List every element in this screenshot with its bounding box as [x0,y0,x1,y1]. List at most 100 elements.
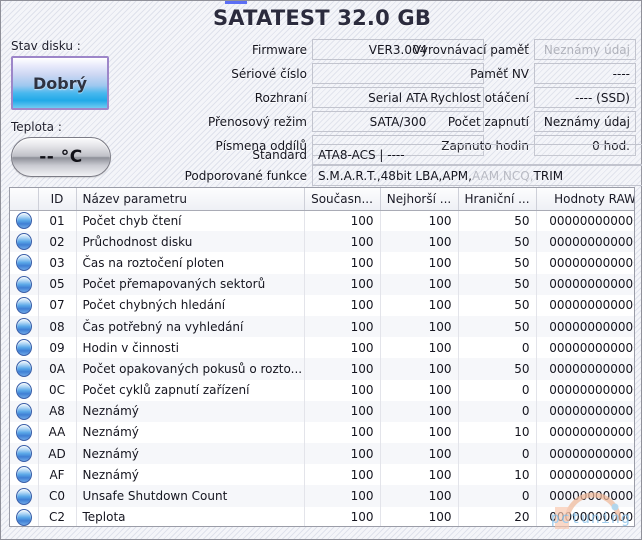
column-header-id[interactable]: ID [38,188,77,211]
field-transfer-mode-label: Přenosový režim [207,114,307,129]
table-row[interactable]: C2 Teplota 100 100 20 000000000000 [10,506,634,526]
feature-s-m-a-r-t: S.M.A.R.T., [318,168,381,183]
top-accent-bar [225,1,247,4]
field-standard-label: Standard [252,147,307,162]
temperature-indicator[interactable]: -- °C [11,137,111,177]
field-power-on-count-value[interactable]: Neznámy údaj [534,111,636,132]
feature-trim: TRIM [533,168,564,183]
column-header-current[interactable]: Současn... [304,188,381,211]
cell-name: Počet přemapovaných sektorů [76,273,305,295]
feature-48bit-lba: 48bit LBA, [380,168,443,183]
cell-id: C2 [38,506,77,526]
cell-thr: 50 [458,273,537,295]
cell-worst: 100 [380,379,459,401]
table-row[interactable]: 03 Čas na roztočení ploten 100 100 50 0000000… [10,252,634,274]
table-row[interactable]: AF Neznámý 100 100 10 000000000000 [10,464,634,486]
table-header-row: ID Název parametru Současn... Nejhorší .… [10,188,634,211]
cell-raw: 000000000000 [536,443,634,465]
feature-apm: APM, [442,168,472,183]
table-row[interactable]: A8 Neznámý 100 100 0 000000000000 [10,400,634,422]
cell-worst: 100 [380,210,459,232]
table-row[interactable]: AA Neznámý 100 100 10 000000000000 [10,421,634,444]
table-row[interactable]: 08 Čas potřebný na vyhledání 100 100 50 00000… [10,315,634,338]
field-buffer-size-label: Vyrovnávací paměť [412,42,529,57]
table-row[interactable]: 01 Počet chyb čtení 100 100 50 000000000000 [10,210,634,232]
cell-id: AD [38,443,77,465]
cell-thr: 10 [458,464,537,486]
health-status-button[interactable]: Dobrý [11,56,109,110]
drive-info-area: Stav disku : Dobrý Teplota : -- °C Firmw… [1,39,642,186]
table-row[interactable]: 0C Počet cyklů zapnutí zařízení 100 100 0 000… [10,379,634,401]
status-dot-icon [15,487,32,505]
cell-cur: 100 [304,294,381,316]
cell-raw: 000000000000 [536,379,634,401]
table-row[interactable]: 09 Hodin v činnosti 100 100 0 000000000000 [10,337,634,359]
cell-worst: 100 [380,273,459,295]
cell-worst: 100 [380,421,459,444]
cell-raw: 000000000000 [536,400,634,422]
cell-id: AF [38,464,77,486]
row-status-cell [10,273,39,295]
column-header-raw[interactable]: Hodnoty RAW [536,188,634,211]
cell-worst: 100 [380,443,459,465]
row-status-cell [10,231,39,253]
cell-name: Čas potřebný na vyhledání [76,315,305,338]
row-status-cell [10,443,39,465]
column-header-name[interactable]: Název parametru [76,188,305,211]
cell-worst: 100 [380,294,459,316]
field-standard: Standard ATA8-ACS | ---- [189,144,642,165]
status-dot-icon [15,466,32,484]
cell-raw: 000000000000 [536,231,634,253]
table-row[interactable]: 02 Průchodnost disku 100 100 50 000000000000 [10,231,634,253]
cell-thr: 50 [458,252,537,274]
status-dot-icon [15,445,32,463]
health-caption: Stav disku : [11,39,81,53]
cell-cur: 100 [304,506,381,526]
field-standard-value[interactable]: ATA8-ACS | ---- [312,144,642,165]
field-buffer-size-value[interactable]: Neznámy údaj [534,39,636,60]
cell-name: Unsafe Shutdown Count [76,485,305,507]
cell-cur: 100 [304,443,381,465]
table-row[interactable]: C0 Unsafe Shutdown Count 100 100 0 0000000000… [10,485,634,507]
column-header-status[interactable] [10,188,39,211]
table-row[interactable]: 05 Počet přemapovaných sektorů 100 100 50 000… [10,273,634,295]
cell-name: Neznámý [76,400,305,422]
table-row[interactable]: 07 Počet chybných hledání 100 100 50 00000000… [10,294,634,316]
cell-raw: 000000000000 [536,273,634,295]
cell-thr: 10 [458,421,537,444]
cell-name: Neznámý [76,443,305,465]
temperature-value: -- °C [39,147,83,167]
field-nv-cache-value[interactable]: ---- [534,63,636,84]
cell-raw: 000000000000 [536,294,634,316]
cell-raw: 000000000000 [536,210,634,232]
cell-id: 09 [38,337,77,359]
cell-cur: 100 [304,210,381,232]
temperature-caption-wrap: Teplota : [11,120,181,134]
field-rotation-rate-label: Rychlost otáčení [430,90,529,105]
cell-name: Čas na roztočení ploten [76,252,305,274]
status-dot-icon [15,318,32,336]
cell-name: Neznámý [76,421,305,444]
smart-table-body: 01 Počet chyb čtení 100 100 50 000000000000 02… [10,210,634,526]
cell-raw: 000000000000 [536,421,634,444]
cell-id: 08 [38,315,77,338]
smart-attributes-table[interactable]: ID Název parametru Současn... Nejhorší .… [9,187,635,527]
cell-id: 02 [38,231,77,253]
row-status-cell [10,294,39,316]
cell-raw: 000000000000 [536,252,634,274]
cell-raw: 000000000000 [536,358,634,380]
cell-id: 01 [38,210,77,232]
status-block: Stav disku : Dobrý Teplota : -- °C [11,39,181,177]
cell-worst: 100 [380,315,459,338]
field-features-value[interactable]: S.M.A.R.T., 48bit LBA, APM, AAM, NCQ, TR… [312,165,642,186]
column-header-worst[interactable]: Nejhorší ... [380,188,459,211]
row-status-cell [10,421,39,444]
cell-id: 07 [38,294,77,316]
cell-name: Počet cyklů zapnutí zařízení [76,379,305,401]
table-row[interactable]: 0A Počet opakovaných pokusů o rozto... 100… [10,358,634,380]
row-status-cell [10,485,39,507]
table-row[interactable]: AD Neznámý 100 100 0 000000000000 [10,443,634,465]
column-header-threshold[interactable]: Hraniční ... [458,188,537,211]
cell-id: 05 [38,273,77,295]
field-rotation-rate-value[interactable]: ---- (SSD) [534,87,636,108]
